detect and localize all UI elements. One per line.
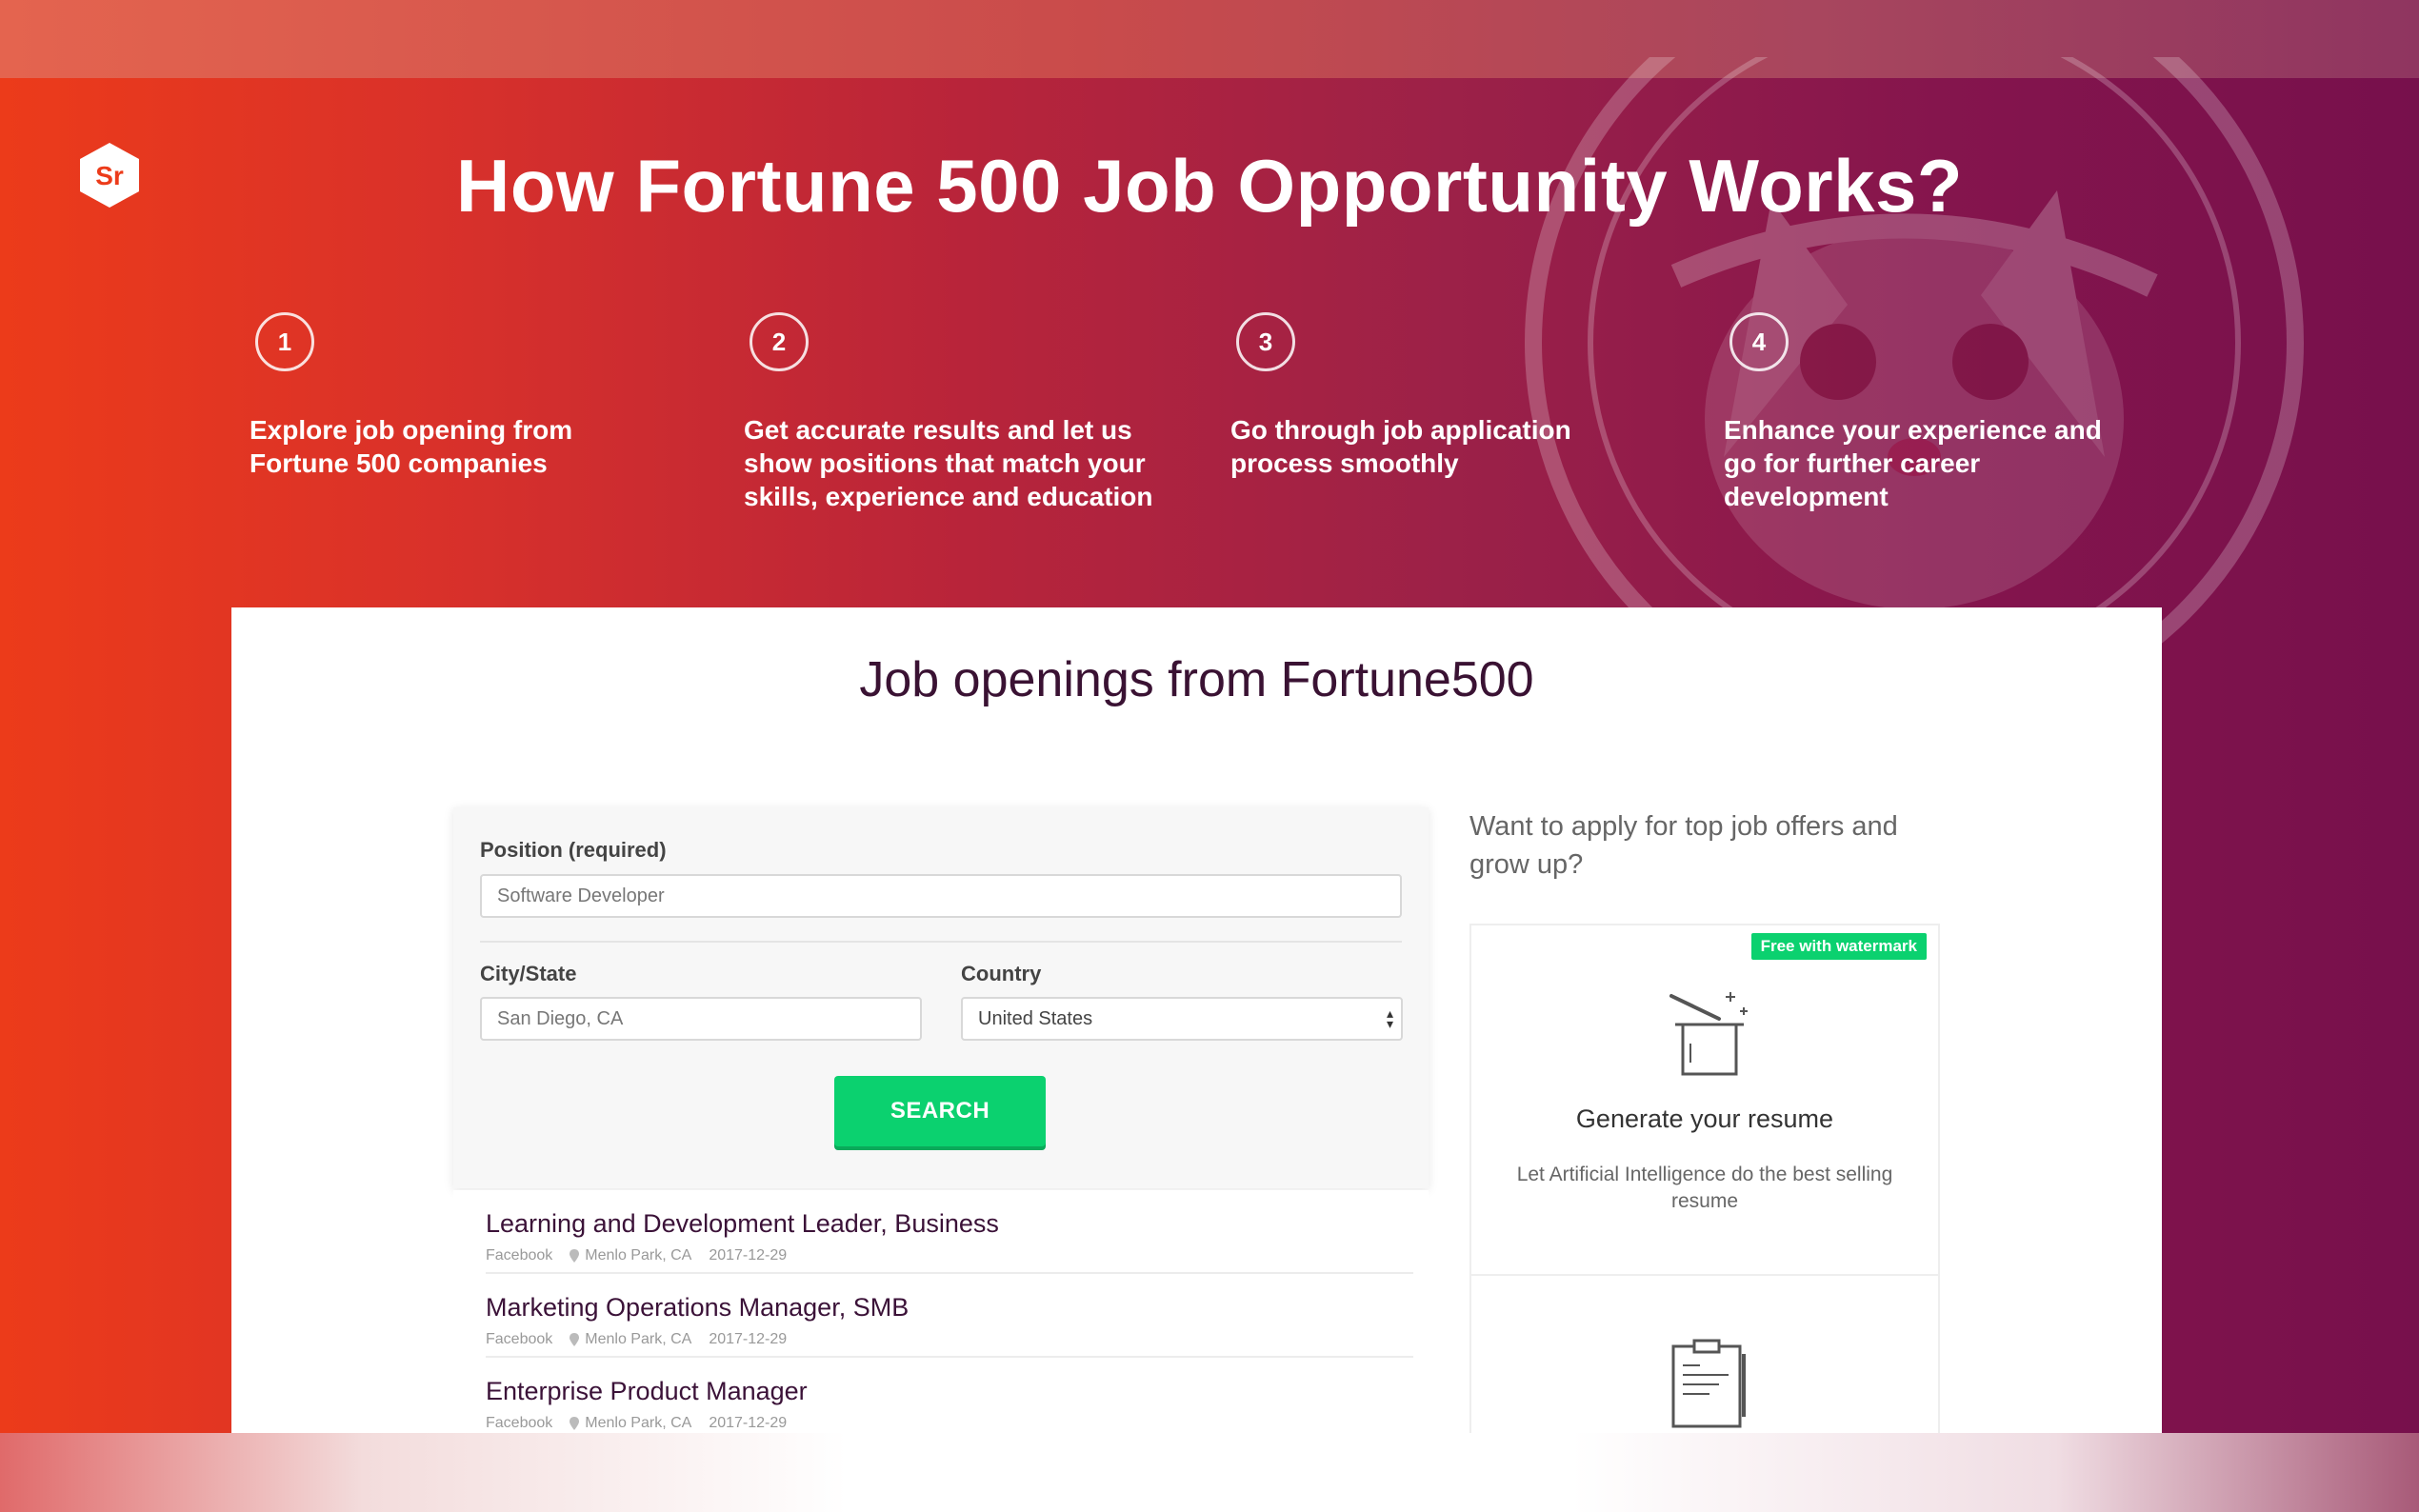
free-badge: Free with watermark xyxy=(1750,933,1927,960)
step-number: 2 xyxy=(750,312,809,371)
step-number: 3 xyxy=(1236,312,1295,371)
job-location-text: Menlo Park, CA xyxy=(585,1247,692,1263)
page: Sr How Fortune 500 Job Opportunity Works… xyxy=(0,0,2419,1512)
position-label: Position (required) xyxy=(480,838,667,862)
step-text: Get accurate results and let us show pos… xyxy=(744,415,1153,511)
job-location-text: Menlo Park, CA xyxy=(585,1331,692,1347)
job-location: Menlo Park, CA xyxy=(570,1331,691,1348)
select-caret-icon: ▴ ▾ xyxy=(1386,1005,1393,1031)
job-meta: Facebook Menlo Park, CA 2017-12-29 xyxy=(486,1415,787,1432)
generate-resume-card[interactable]: Free with watermark Generate your resume… xyxy=(1469,924,1940,1276)
job-location: Menlo Park, CA xyxy=(570,1247,691,1264)
step-3: 3 Go through job application process smo… xyxy=(1230,312,1630,480)
country-select-value: United States xyxy=(978,1007,1093,1029)
hero-title: How Fortune 500 Job Opportunity Works? xyxy=(456,144,1963,228)
job-title[interactable]: Learning and Development Leader, Busines… xyxy=(486,1209,999,1239)
step-2: 2 Get accurate results and let us show p… xyxy=(744,312,1153,513)
job-openings-card: Job openings from Fortune500 Position (r… xyxy=(231,607,2162,1436)
job-title[interactable]: Enterprise Product Manager xyxy=(486,1377,808,1406)
search-button[interactable]: SEARCH xyxy=(834,1076,1046,1146)
job-meta: Facebook Menlo Park, CA 2017-12-29 xyxy=(486,1247,787,1264)
job-results-list: Learning and Development Leader, Busines… xyxy=(453,1190,1429,1436)
location-pin-icon xyxy=(570,1249,580,1263)
location-pin-icon xyxy=(570,1417,580,1430)
search-form: Position (required) Software Developer C… xyxy=(453,807,1429,1188)
step-number: 4 xyxy=(1729,312,1789,371)
city-input[interactable]: San Diego, CA xyxy=(480,997,922,1041)
job-location: Menlo Park, CA xyxy=(570,1415,691,1432)
job-location-text: Menlo Park, CA xyxy=(585,1415,692,1431)
step-4: 4 Enhance your experience and go for fur… xyxy=(1724,312,2124,513)
magic-hat-icon xyxy=(1669,992,1748,1076)
offer-title: Generate your resume xyxy=(1575,1104,1834,1133)
step-text: Enhance your experience and go for furth… xyxy=(1724,415,2102,511)
city-label: City/State xyxy=(480,962,577,985)
bottom-fade xyxy=(0,1433,2419,1512)
job-meta: Facebook Menlo Park, CA 2017-12-29 xyxy=(486,1331,787,1348)
sidebar-question: Want to apply for top job offers and gro… xyxy=(1469,811,1898,880)
job-date: 2017-12-29 xyxy=(709,1415,788,1431)
offer-description: Let Artificial Intelligence do the best … xyxy=(1516,1164,1893,1212)
job-date: 2017-12-29 xyxy=(709,1331,788,1347)
job-date: 2017-12-29 xyxy=(709,1247,788,1263)
job-company: Facebook xyxy=(486,1247,553,1263)
job-company: Facebook xyxy=(486,1331,553,1347)
step-text: Explore job opening from Fortune 500 com… xyxy=(250,415,573,478)
country-label: Country xyxy=(961,962,1042,985)
second-offer-card[interactable] xyxy=(1469,1274,1940,1436)
job-title[interactable]: Marketing Operations Manager, SMB xyxy=(486,1293,909,1323)
job-company: Facebook xyxy=(486,1415,553,1431)
section-title: Job openings from Fortune500 xyxy=(859,652,1534,707)
location-pin-icon xyxy=(570,1333,580,1346)
position-input[interactable]: Software Developer xyxy=(480,874,1402,918)
job-row[interactable]: Marketing Operations Manager, SMB Facebo… xyxy=(486,1274,1413,1358)
country-select[interactable]: United States ▴ ▾ xyxy=(961,997,1403,1041)
step-number: 1 xyxy=(255,312,314,371)
step-1: 1 Explore job opening from Fortune 500 c… xyxy=(250,312,650,480)
job-row[interactable]: Learning and Development Leader, Busines… xyxy=(486,1190,1413,1274)
clipboard-icon xyxy=(1671,1339,1746,1428)
step-text: Go through job application process smoot… xyxy=(1230,415,1571,478)
form-divider xyxy=(480,941,1402,943)
job-row[interactable]: Enterprise Product Manager Facebook Menl… xyxy=(486,1358,1413,1436)
